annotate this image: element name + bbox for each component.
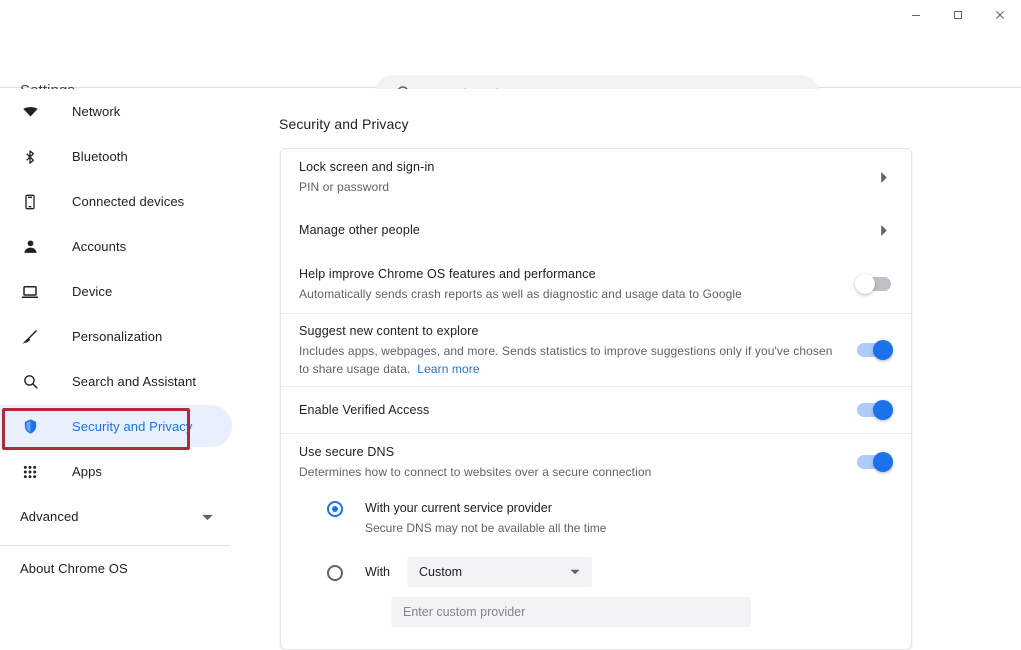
security-settings-card: Lock screen and sign-in PIN or password … xyxy=(280,148,912,650)
magnifier-icon xyxy=(20,372,40,392)
grid-icon xyxy=(20,462,40,482)
row-title: Help improve Chrome OS features and perf… xyxy=(299,266,841,283)
minimize-icon[interactable] xyxy=(895,0,937,30)
row-title: Use secure DNS xyxy=(299,444,841,461)
main-content: Security and Privacy Lock screen and sig… xyxy=(265,89,1021,650)
row-title: Lock screen and sign-in xyxy=(299,159,861,176)
sidebar-item-label: Accounts xyxy=(72,239,126,254)
custom-provider-input[interactable] xyxy=(391,597,751,627)
chevron-down-icon[interactable] xyxy=(570,569,580,575)
sidebar-item-apps[interactable]: Apps xyxy=(0,449,265,494)
phone-icon xyxy=(20,192,40,212)
row-text: Help improve Chrome OS features and perf… xyxy=(299,266,857,303)
sidebar-item-network[interactable]: Network xyxy=(0,89,265,134)
option-title: With your current service provider xyxy=(365,500,606,517)
provider-select[interactable]: Custom xyxy=(407,557,592,587)
radio-custom-provider[interactable] xyxy=(327,565,343,581)
table-row: Help improve Chrome OS features and perf… xyxy=(281,255,911,313)
table-row[interactable]: Lock screen and sign-in PIN or password xyxy=(281,149,911,205)
sidebar-item-security-and-privacy[interactable]: Security and Privacy xyxy=(0,404,265,449)
row-subtitle: Automatically sends crash reports as wel… xyxy=(299,285,841,303)
option-text: With your current service provider Secur… xyxy=(365,500,606,537)
sidebar-item-label: Search and Assistant xyxy=(72,374,196,389)
chevron-right-icon[interactable] xyxy=(877,170,891,184)
table-row[interactable]: Manage other people xyxy=(281,205,911,255)
wifi-icon xyxy=(20,102,40,122)
close-icon[interactable] xyxy=(979,0,1021,30)
row-text: Suggest new content to explore Includes … xyxy=(299,323,857,378)
learn-more-link[interactable]: Learn more xyxy=(417,362,479,376)
toggle-help-improve[interactable] xyxy=(857,277,891,291)
row-subtitle: Includes apps, webpages, and more. Sends… xyxy=(299,342,841,378)
page-title: Security and Privacy xyxy=(279,116,409,132)
with-label: With xyxy=(365,565,407,579)
window-controls xyxy=(895,0,1021,30)
row-subtitle: PIN or password xyxy=(299,178,861,196)
dns-option-current-provider[interactable]: With your current service provider Secur… xyxy=(281,500,911,537)
sidebar-item-advanced[interactable]: Advanced xyxy=(0,494,265,539)
window-titlebar xyxy=(0,0,1021,30)
sidebar-item-connected-devices[interactable]: Connected devices xyxy=(0,179,265,224)
shield-icon xyxy=(20,417,40,437)
toggle-secure-dns[interactable] xyxy=(857,455,891,469)
toggle-knob xyxy=(873,452,893,472)
sidebar-item-label: Device xyxy=(72,284,112,299)
sidebar-item-device[interactable]: Device xyxy=(0,269,265,314)
provider-select-value: Custom xyxy=(419,565,462,579)
maximize-icon[interactable] xyxy=(937,0,979,30)
chevron-down-icon[interactable] xyxy=(202,514,213,521)
radio-current-provider[interactable] xyxy=(327,501,343,517)
sidebar-item-personalization[interactable]: Personalization xyxy=(0,314,265,359)
sidebar-item-accounts[interactable]: Accounts xyxy=(0,224,265,269)
person-icon xyxy=(20,237,40,257)
table-row: Enable Verified Access xyxy=(281,387,911,433)
row-title: Enable Verified Access xyxy=(299,402,841,419)
option-subtitle: Secure DNS may not be available all the … xyxy=(365,520,606,537)
dns-option-custom-provider[interactable]: With Custom xyxy=(281,557,911,587)
toggle-suggest-content[interactable] xyxy=(857,343,891,357)
sidebar-item-about-chrome-os[interactable]: About Chrome OS xyxy=(0,546,265,591)
sidebar-item-label: Apps xyxy=(72,464,102,479)
table-row: Use secure DNS Determines how to connect… xyxy=(281,434,911,490)
brush-icon xyxy=(20,327,40,347)
row-title: Manage other people xyxy=(299,222,861,239)
app-header: Settings xyxy=(0,30,1021,88)
sidebar-item-label: Personalization xyxy=(72,329,162,344)
sidebar-item-bluetooth[interactable]: Bluetooth xyxy=(0,134,265,179)
row-text: Use secure DNS Determines how to connect… xyxy=(299,444,857,481)
table-row: Suggest new content to explore Includes … xyxy=(281,314,911,386)
row-subtitle: Determines how to connect to websites ov… xyxy=(299,463,841,481)
settings-window: Settings Network Bluetooth xyxy=(0,0,1021,650)
chevron-right-icon[interactable] xyxy=(877,223,891,237)
dns-options-group: With your current service provider Secur… xyxy=(281,490,911,649)
bluetooth-icon xyxy=(20,147,40,167)
toggle-knob xyxy=(873,340,893,360)
laptop-icon xyxy=(20,282,40,302)
toggle-knob xyxy=(855,274,875,294)
sidebar-nav: Network Bluetooth Connected devices xyxy=(0,89,265,650)
row-text: Lock screen and sign-in PIN or password xyxy=(299,159,877,196)
toggle-knob xyxy=(873,400,893,420)
toggle-verified-access[interactable] xyxy=(857,403,891,417)
sidebar-item-search-assistant[interactable]: Search and Assistant xyxy=(0,359,265,404)
sidebar-item-label: Security and Privacy xyxy=(72,419,193,434)
row-subtitle-text: Includes apps, webpages, and more. Sends… xyxy=(299,344,833,376)
sidebar-item-label: Network xyxy=(72,104,120,119)
sidebar-advanced-label: Advanced xyxy=(20,509,79,524)
row-title: Suggest new content to explore xyxy=(299,323,841,340)
sidebar-item-label: Bluetooth xyxy=(72,149,128,164)
row-text: Enable Verified Access xyxy=(299,402,857,419)
sidebar-item-label: About Chrome OS xyxy=(20,561,128,576)
row-text: Manage other people xyxy=(299,222,877,239)
sidebar-item-label: Connected devices xyxy=(72,194,184,209)
